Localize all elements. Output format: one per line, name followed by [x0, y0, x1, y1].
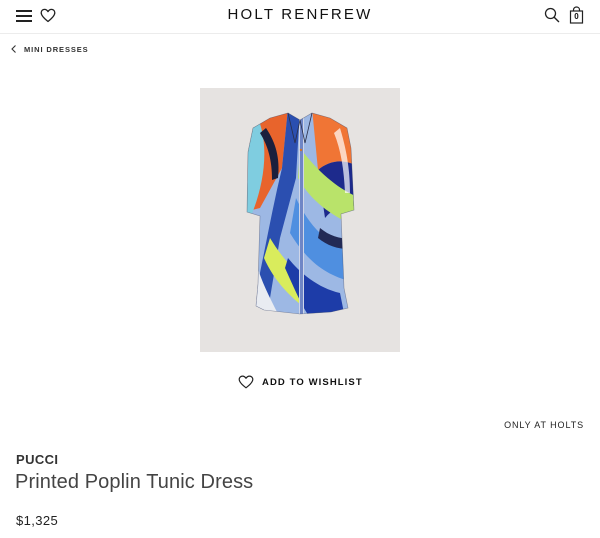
product-image[interactable]	[200, 88, 400, 352]
heart-icon	[40, 8, 56, 23]
product-brand[interactable]: PUCCI	[16, 452, 58, 467]
shopping-bag-button[interactable]: 0	[569, 6, 584, 24]
menu-icon	[16, 10, 32, 12]
breadcrumb-label: MINI DRESSES	[24, 44, 89, 54]
wishlist-header-button[interactable]	[40, 8, 56, 23]
chevron-left-icon	[11, 45, 16, 53]
site-header: HOLT RENFREW 0	[0, 0, 600, 34]
site-logo[interactable]: HOLT RENFREW	[200, 6, 400, 23]
breadcrumb-back-link[interactable]: MINI DRESSES	[10, 43, 89, 55]
menu-icon-bar	[16, 20, 32, 22]
heart-icon	[238, 375, 254, 389]
add-to-wishlist-button[interactable]: ADD TO WISHLIST	[238, 374, 363, 390]
search-icon	[544, 7, 560, 23]
exclusive-badge: ONLY AT HOLTS	[504, 420, 584, 430]
wishlist-label: ADD TO WISHLIST	[262, 376, 363, 388]
bag-count-badge: 0	[574, 12, 579, 21]
dress-illustration	[246, 112, 355, 315]
product-price: $1,325	[16, 513, 59, 528]
menu-button[interactable]	[16, 10, 32, 22]
search-button[interactable]	[544, 7, 560, 23]
product-title: Printed Poplin Tunic Dress	[15, 471, 254, 493]
menu-icon-bar	[16, 15, 32, 17]
